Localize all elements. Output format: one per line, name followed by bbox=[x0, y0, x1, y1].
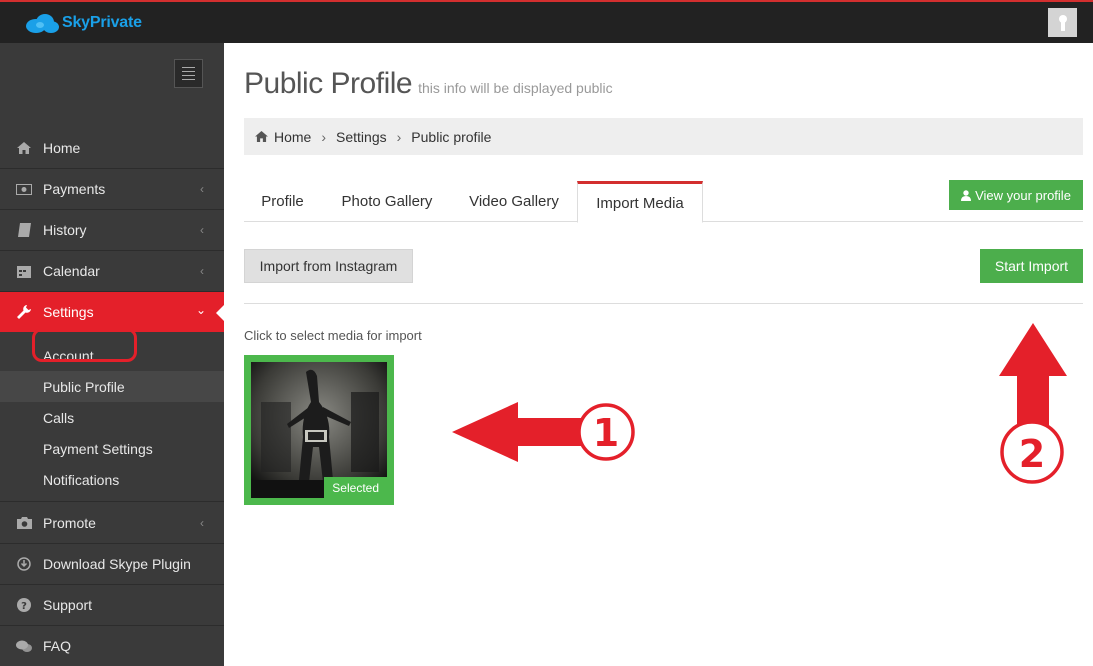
wrench-icon bbox=[16, 305, 32, 319]
sidebar-item-label: Calendar bbox=[43, 263, 100, 279]
breadcrumb-home[interactable]: Home bbox=[274, 129, 311, 145]
tab-label: Photo Gallery bbox=[341, 193, 433, 210]
tab-label: Import Media bbox=[596, 194, 684, 212]
page-header: Public Profile this info will be display… bbox=[244, 67, 613, 101]
sidebar-item-label: Settings bbox=[43, 304, 94, 320]
breadcrumb-current: Public profile bbox=[411, 128, 492, 145]
tab-profile[interactable]: Profile bbox=[244, 181, 321, 222]
menu-toggle-button[interactable] bbox=[174, 59, 203, 88]
sidebar-item-payments[interactable]: Payments ‹ bbox=[0, 169, 224, 210]
submenu-item-label: Notifications bbox=[43, 471, 120, 488]
tab-photo-gallery[interactable]: Photo Gallery bbox=[324, 181, 450, 222]
user-icon bbox=[961, 189, 972, 201]
sidebar-item-promote[interactable]: Promote ‹ bbox=[0, 503, 224, 544]
sidebar-item-home[interactable]: Home bbox=[0, 128, 224, 169]
import-instagram-button[interactable]: Import from Instagram bbox=[244, 249, 413, 283]
comments-icon bbox=[16, 640, 32, 653]
sidebar-item-label: Support bbox=[43, 597, 93, 613]
main-content: Public Profile this info will be display… bbox=[224, 43, 1093, 666]
submenu-item-public-profile[interactable]: Public Profile bbox=[0, 371, 224, 402]
brand-name: SkyPrivate bbox=[62, 14, 142, 31]
submenu-item-notifications[interactable]: Notifications bbox=[0, 464, 224, 495]
submenu-item-label: Public Profile bbox=[43, 378, 125, 395]
chevron-down-icon: ⌄ bbox=[195, 303, 206, 317]
sidebar-item-label: Payments bbox=[43, 181, 106, 197]
svg-text:?: ? bbox=[21, 601, 27, 612]
import-instagram-label: Import from Instagram bbox=[259, 258, 398, 274]
submenu-item-payment-settings[interactable]: Payment Settings bbox=[0, 433, 224, 464]
top-bar: SkyPrivate bbox=[0, 0, 1093, 43]
breadcrumb-settings[interactable]: Settings bbox=[336, 129, 387, 145]
calendar-icon bbox=[16, 264, 32, 278]
tab-import-media[interactable]: Import Media bbox=[577, 181, 703, 223]
cloud-logo-icon bbox=[26, 14, 59, 33]
camera-icon bbox=[16, 517, 32, 529]
page-title: Public Profile bbox=[244, 67, 413, 100]
submenu-item-label: Calls bbox=[43, 409, 75, 426]
tab-video-gallery[interactable]: Video Gallery bbox=[452, 181, 576, 222]
breadcrumb: Home › Settings › Public profile bbox=[244, 118, 1083, 155]
user-avatar[interactable] bbox=[1048, 8, 1077, 37]
question-icon: ? bbox=[16, 598, 32, 612]
sidebar-item-settings[interactable]: Settings ⌄ bbox=[0, 292, 224, 333]
view-profile-label: View your profile bbox=[975, 187, 1071, 203]
sidebar-item-label: Download Skype Plugin bbox=[43, 556, 191, 572]
page-subtitle: this info will be displayed public bbox=[418, 80, 613, 96]
sidebar-item-label: FAQ bbox=[43, 638, 72, 654]
book-icon bbox=[16, 223, 32, 237]
sidebar-item-calendar[interactable]: Calendar ‹ bbox=[0, 251, 224, 292]
sidebar-item-history[interactable]: History ‹ bbox=[0, 210, 224, 251]
view-profile-button[interactable]: View your profile bbox=[949, 180, 1083, 210]
chevron-left-icon: ‹ bbox=[200, 182, 204, 196]
sidebar-item-label: History bbox=[43, 222, 87, 238]
selected-badge: Selected bbox=[324, 477, 387, 498]
tab-label: Profile bbox=[261, 193, 304, 210]
sidebar-item-support[interactable]: ? Support bbox=[0, 585, 224, 626]
section-divider bbox=[244, 303, 1083, 304]
submenu-item-label: Payment Settings bbox=[43, 440, 153, 457]
money-icon bbox=[16, 183, 32, 195]
home-icon bbox=[16, 142, 32, 154]
tab-label: Video Gallery bbox=[469, 193, 559, 210]
breadcrumb-separator: › bbox=[321, 128, 327, 145]
start-import-label: Start Import bbox=[994, 258, 1069, 274]
sidebar-item-label: Home bbox=[43, 140, 81, 156]
submenu-item-calls[interactable]: Calls bbox=[0, 402, 224, 433]
home-icon bbox=[255, 131, 268, 142]
download-icon bbox=[16, 557, 32, 571]
chevron-left-icon: ‹ bbox=[200, 264, 204, 278]
media-item[interactable]: Selected bbox=[244, 355, 394, 505]
sidebar-item-download-skype-plugin[interactable]: Download Skype Plugin bbox=[0, 544, 224, 585]
logo[interactable]: SkyPrivate bbox=[24, 11, 142, 35]
sidebar-item-label: Promote bbox=[43, 515, 96, 531]
start-import-button[interactable]: Start Import bbox=[980, 249, 1083, 283]
highlight-ring bbox=[32, 328, 137, 362]
chevron-left-icon: ‹ bbox=[200, 223, 204, 237]
active-indicator bbox=[216, 305, 224, 321]
breadcrumb-separator: › bbox=[396, 128, 402, 145]
media-hint: Click to select media for import bbox=[244, 328, 422, 343]
sidebar-item-faq[interactable]: FAQ bbox=[0, 626, 224, 666]
chevron-left-icon: ‹ bbox=[200, 516, 204, 530]
user-avatar-icon bbox=[1058, 14, 1067, 31]
